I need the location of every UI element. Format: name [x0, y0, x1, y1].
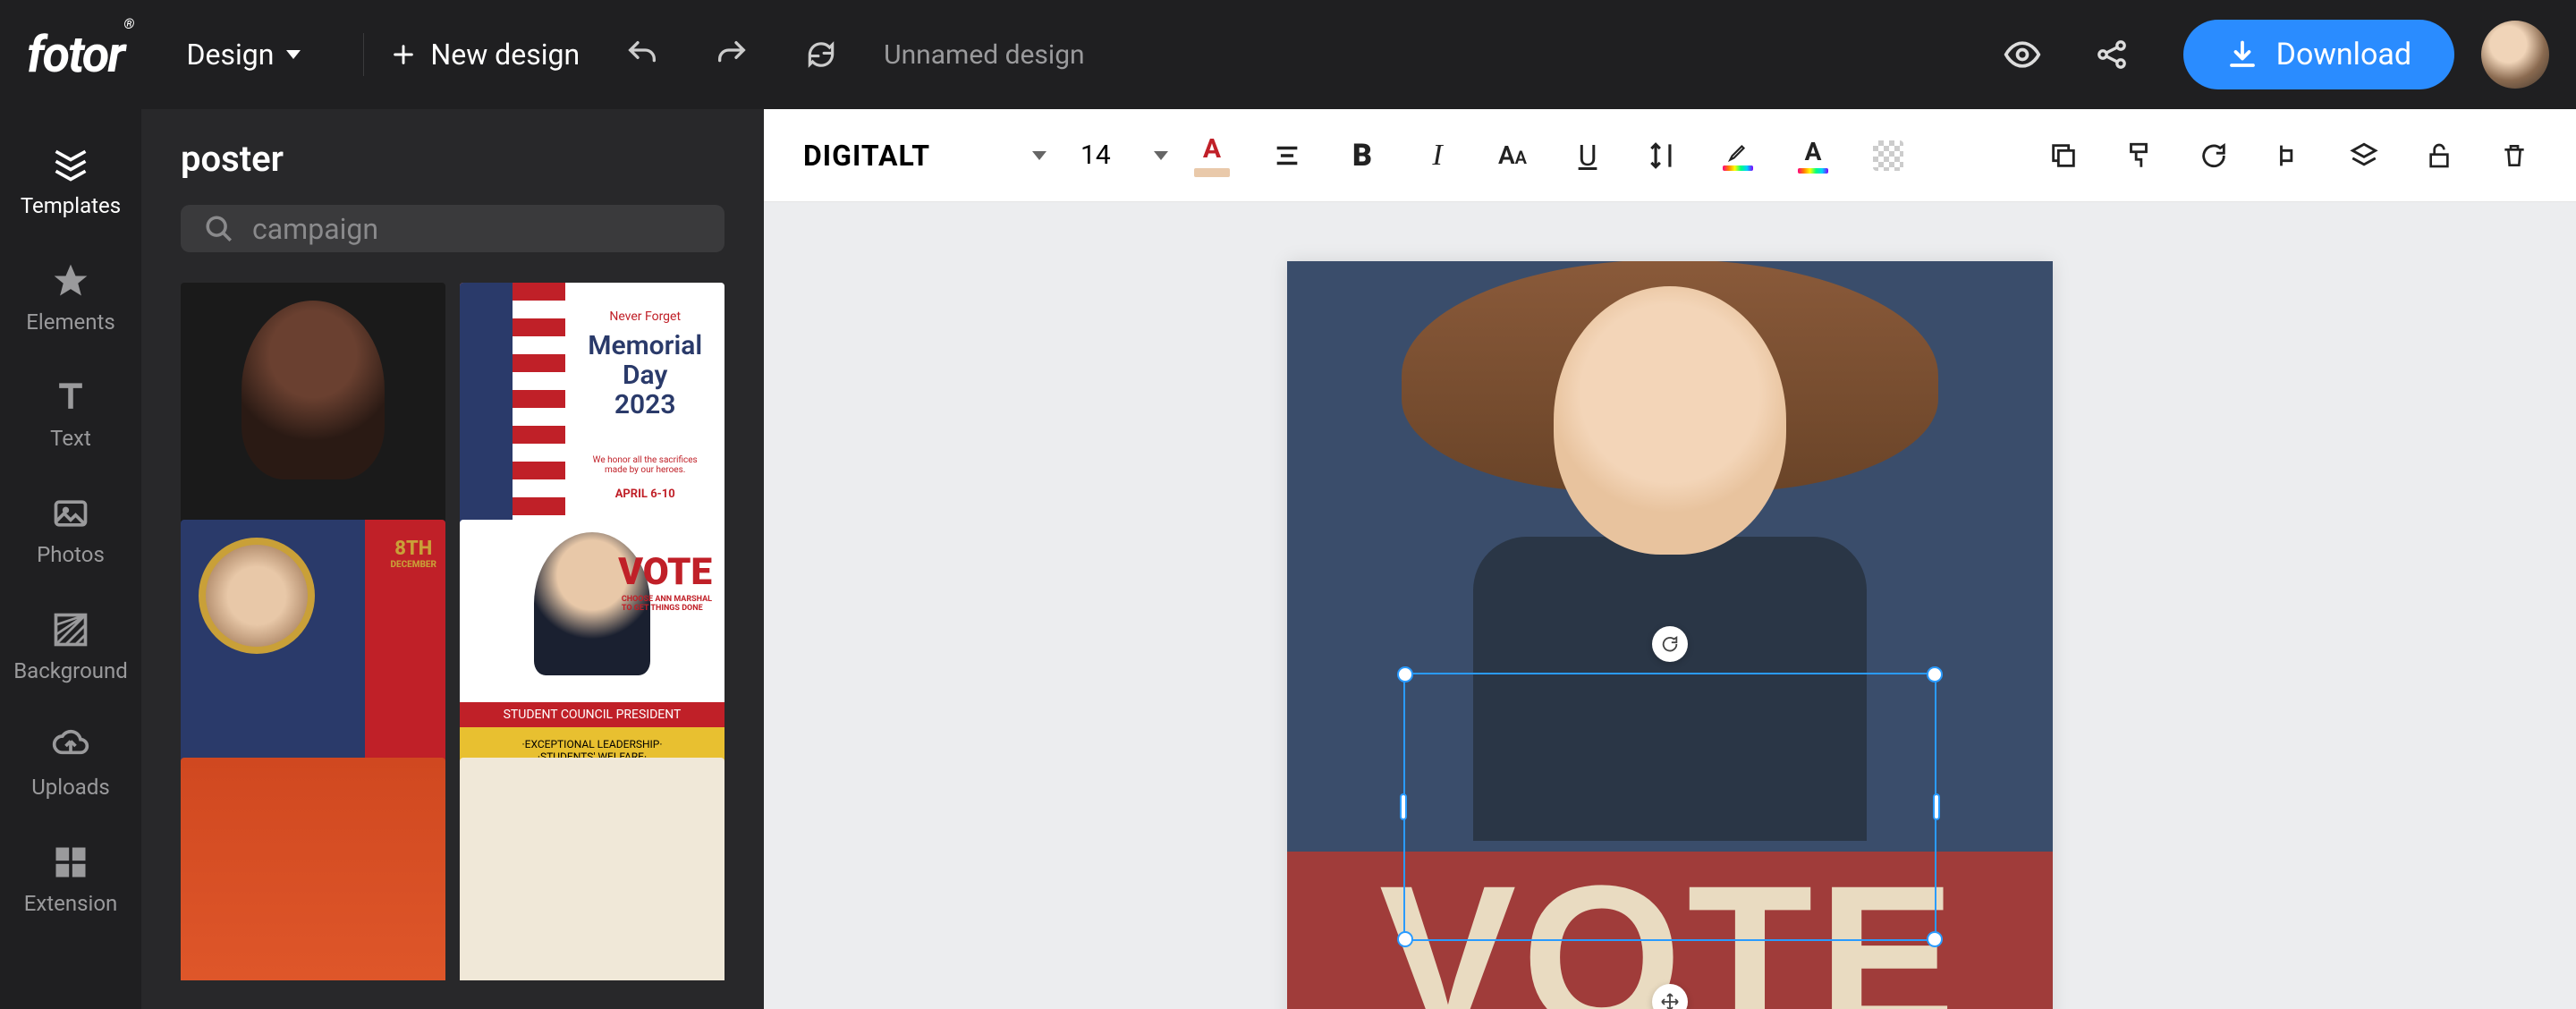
elements-icon — [51, 261, 90, 301]
template-item[interactable] — [181, 758, 445, 980]
template-grid: ✔VOTEKYLETHOMAS FOR STUDENT BODY PRESIDE… — [181, 283, 724, 980]
preview-button[interactable] — [1996, 28, 2049, 81]
new-design-button[interactable]: New design — [391, 38, 580, 72]
undo-button[interactable] — [615, 28, 669, 81]
sync-button[interactable] — [794, 28, 848, 81]
highlight-button[interactable] — [1712, 130, 1764, 182]
download-button[interactable]: Download — [2183, 20, 2454, 89]
sidebar-item-photos[interactable]: Photos — [0, 472, 141, 589]
panel-title: poster — [181, 138, 724, 180]
main: Templates Elements Text Photos Backgroun… — [0, 109, 2576, 1009]
gradient-text-button[interactable]: A — [1787, 130, 1839, 182]
sidebar-item-background[interactable]: Background — [0, 589, 141, 705]
design-menu[interactable]: Design — [186, 38, 301, 72]
document-name[interactable]: Unnamed design — [884, 39, 1085, 71]
download-icon — [2226, 38, 2258, 71]
transparency-button[interactable] — [1862, 130, 1914, 182]
sidebar-item-uploads[interactable]: Uploads — [0, 705, 141, 821]
underline-button[interactable]: U — [1562, 130, 1614, 182]
text-icon — [51, 377, 90, 417]
copy-button[interactable] — [2038, 130, 2089, 182]
chevron-down-icon — [1154, 151, 1168, 160]
sidebar-item-extension[interactable]: Extension — [0, 821, 141, 937]
chevron-down-icon — [1032, 151, 1046, 160]
avatar[interactable] — [2481, 21, 2549, 89]
stage[interactable]: VOTE ★ ★ ★ 2023 ELECTION ★ ★ ★ JANE CONN… — [764, 202, 2576, 1009]
templates-panel: poster ✔VOTEKYLETHOMAS FOR STUDENT BODY … — [141, 109, 764, 1009]
search-icon — [204, 214, 234, 244]
sidebar-item-elements[interactable]: Elements — [0, 240, 141, 356]
font-size-select[interactable]: 14 — [1064, 128, 1172, 183]
sidebar-item-templates[interactable]: Templates — [0, 123, 141, 240]
templates-icon — [51, 145, 90, 184]
background-icon — [51, 610, 90, 649]
lock-button[interactable] — [2413, 130, 2465, 182]
font-family-label: DIGITALT — [803, 139, 930, 173]
bold-button[interactable]: B — [1336, 130, 1388, 182]
new-design-label: New design — [430, 38, 580, 72]
logo[interactable]: fotor® — [27, 25, 132, 84]
photos-icon — [51, 494, 90, 533]
rotate-button[interactable] — [2188, 130, 2240, 182]
align-button[interactable] — [1261, 130, 1313, 182]
font-family-select[interactable]: DIGITALT — [791, 128, 1059, 183]
redo-button[interactable] — [705, 28, 758, 81]
chevron-down-icon — [286, 50, 301, 59]
search-input[interactable] — [252, 212, 701, 246]
sidebar-rail: Templates Elements Text Photos Backgroun… — [0, 109, 141, 1009]
poster-canvas[interactable]: VOTE ★ ★ ★ 2023 ELECTION ★ ★ ★ JANE CONN… — [1287, 261, 2053, 1009]
format-painter-button[interactable] — [2113, 130, 2165, 182]
selection-box[interactable] — [1403, 673, 1936, 941]
text-toolbar: DIGITALT 14 A B I AA U A — [764, 109, 2576, 202]
plus-icon — [391, 42, 416, 67]
canvas-area: DIGITALT 14 A B I AA U A — [764, 109, 2576, 1009]
font-size-label: 14 — [1080, 140, 1111, 171]
design-menu-label: Design — [186, 38, 274, 72]
extension-icon — [51, 843, 90, 882]
spacing-button[interactable] — [1637, 130, 1689, 182]
text-color-button[interactable]: A — [1186, 130, 1238, 182]
template-item[interactable] — [460, 758, 724, 980]
text-case-button[interactable]: AA — [1487, 130, 1538, 182]
italic-button[interactable]: I — [1411, 130, 1463, 182]
uploads-icon — [51, 726, 90, 766]
delete-button[interactable] — [2488, 130, 2540, 182]
topbar: fotor® Design New design Unnamed design … — [0, 0, 2576, 109]
divider — [363, 33, 364, 76]
sidebar-item-text[interactable]: Text — [0, 356, 141, 472]
rotate-handle[interactable] — [1652, 626, 1688, 662]
share-button[interactable] — [2085, 28, 2139, 81]
align-elements-button[interactable] — [2263, 130, 2315, 182]
search-input-wrapper[interactable] — [181, 205, 724, 252]
layers-button[interactable] — [2338, 130, 2390, 182]
download-label: Download — [2276, 37, 2411, 72]
